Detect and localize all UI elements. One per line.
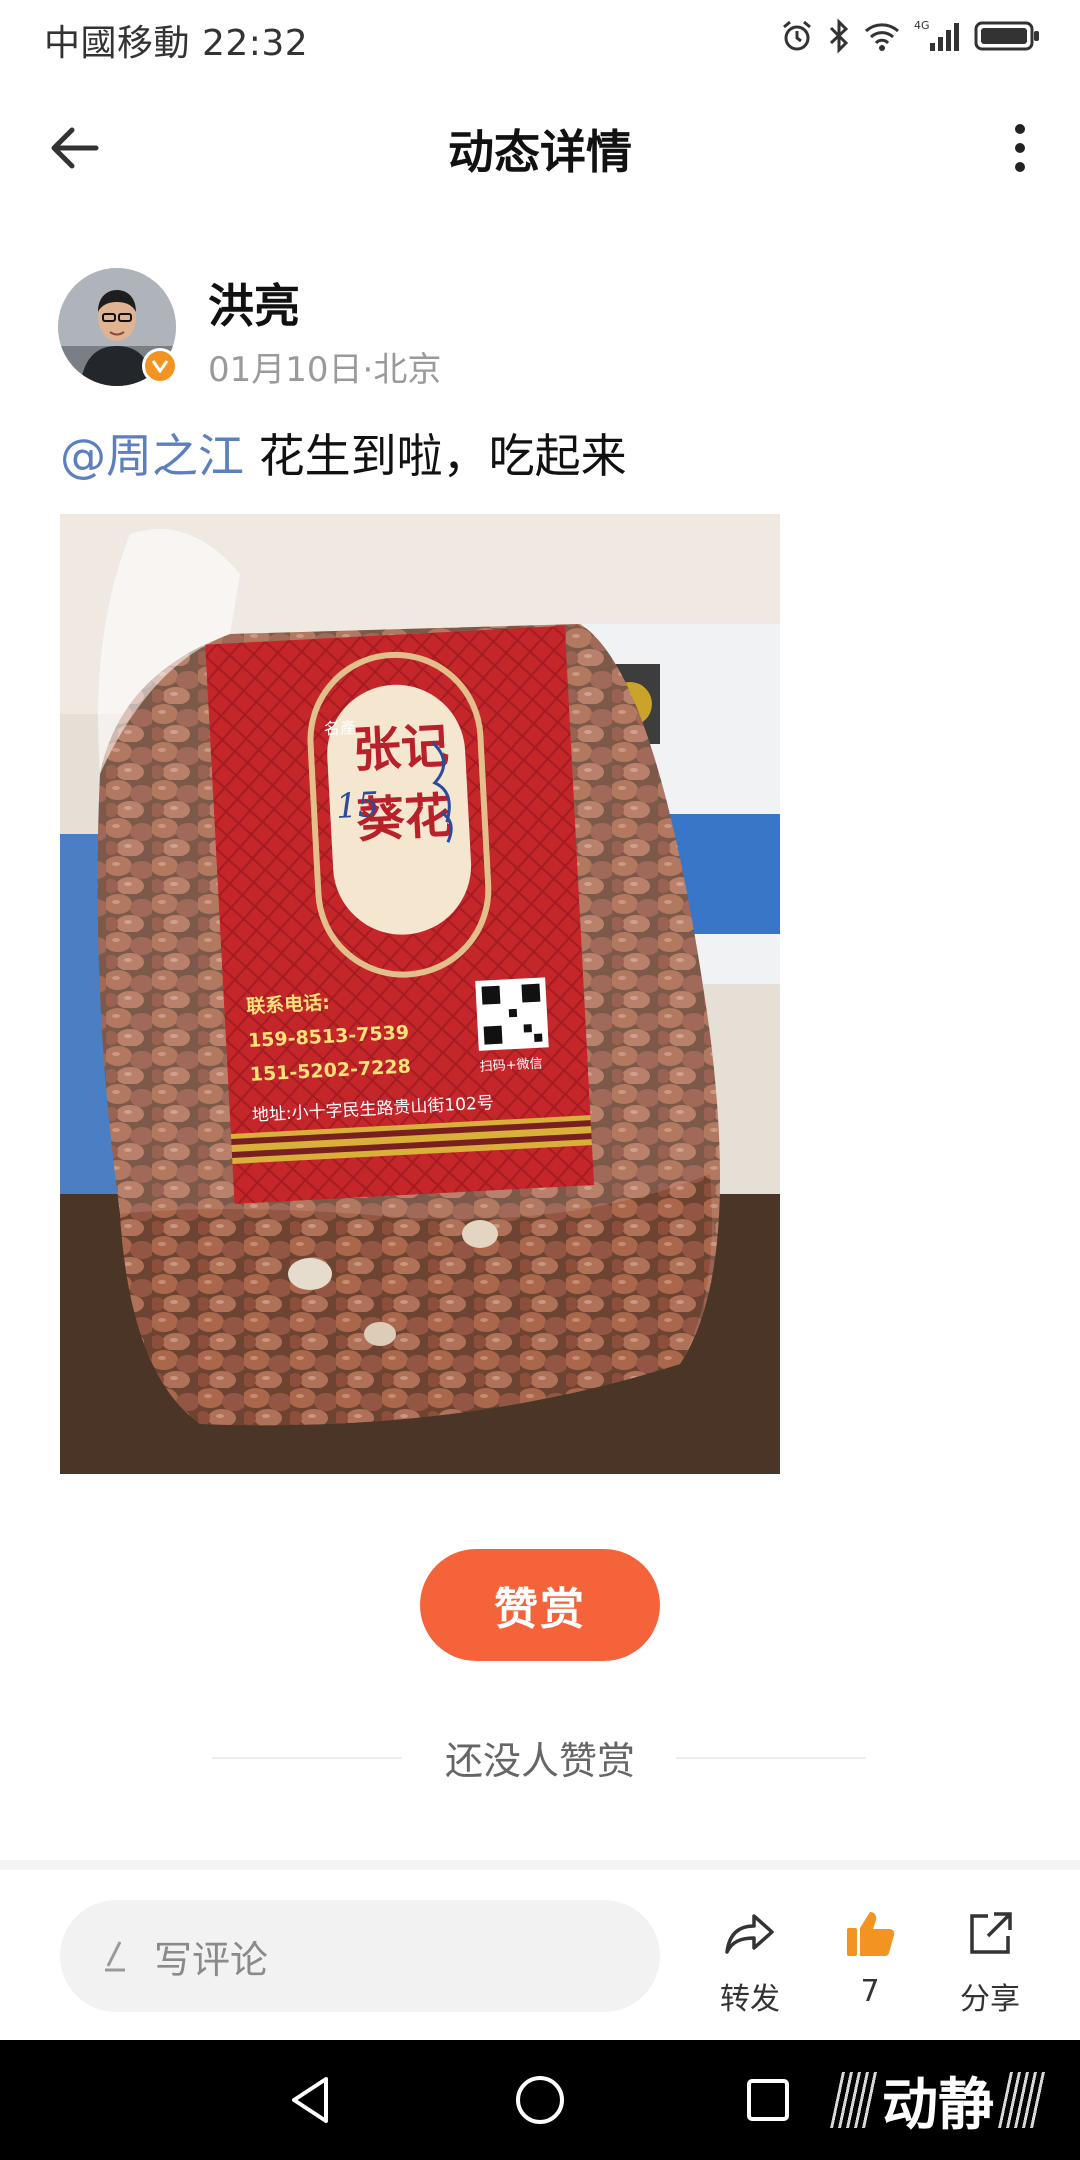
nav-back-button[interactable] xyxy=(280,2070,340,2130)
handwriting: 15 xyxy=(335,785,380,827)
watermark-logo: 动静 xyxy=(830,2060,1046,2140)
post-date: 01月10日 xyxy=(208,350,363,390)
author-block: 洪亮 01月10日·北京 xyxy=(58,268,1018,391)
bottom-divider xyxy=(0,1860,1080,1870)
page-title: 动态详情 xyxy=(448,125,632,179)
thumbs-up-icon xyxy=(847,1912,895,1956)
post-body: 花生到啦，吃起来 xyxy=(244,429,627,483)
nav-home-button[interactable] xyxy=(510,2070,570,2130)
like-count: 7 xyxy=(860,1974,880,2009)
wifi-icon xyxy=(865,23,899,51)
post-location: 北京 xyxy=(373,350,442,390)
signal-icon: 4G xyxy=(914,19,959,51)
brand-line-1: 张记 xyxy=(352,718,451,779)
post-photo[interactable]: 张记 葵花 名產 15 联系电话: 159-8513-7539 151-5202… xyxy=(60,514,780,1474)
carrier-time: 中國移動 22:32 xyxy=(44,23,309,64)
share-label: 分享 xyxy=(960,1982,1020,2017)
bluetooth-icon xyxy=(829,19,849,53)
pen-icon xyxy=(105,1941,125,1972)
label-tag: 名產 xyxy=(323,718,356,739)
author-name[interactable]: 洪亮 xyxy=(208,270,300,336)
app-header: 动态详情 xyxy=(0,72,1080,222)
bottom-action-bar: 写评论 转发 7 分享 xyxy=(0,1870,1080,2040)
comment-placeholder: 写评论 xyxy=(154,1937,269,1982)
peanut-bag-photo: 张记 葵花 名產 15 联系电话: 159-8513-7539 151-5202… xyxy=(60,514,780,1474)
watermark-bars-right xyxy=(998,2072,1046,2128)
post-text: @周之江 花生到啦，吃起来 xyxy=(60,420,627,486)
like-button[interactable]: 7 xyxy=(815,1906,925,2009)
repost-button[interactable]: 转发 xyxy=(695,1906,805,2018)
verified-badge xyxy=(142,348,178,384)
repost-label: 转发 xyxy=(720,1982,780,2017)
network-type: 4G xyxy=(914,19,930,32)
share-button[interactable]: 分享 xyxy=(935,1906,1045,2018)
more-vertical-icon xyxy=(1015,124,1025,172)
triangle-back-icon xyxy=(292,2077,328,2123)
square-recents-icon xyxy=(747,2079,789,2121)
watermark-text: 动静 xyxy=(882,2072,994,2138)
system-nav-bar: 动静 xyxy=(0,2040,1080,2160)
watermark-bars xyxy=(830,2072,878,2128)
circle-home-icon xyxy=(516,2076,564,2124)
contact-title: 联系电话: xyxy=(246,991,331,1018)
alarm-icon xyxy=(783,20,811,51)
reward-button[interactable]: 赞赏 xyxy=(420,1549,660,1661)
nav-recents-button[interactable] xyxy=(738,2070,798,2130)
more-button[interactable] xyxy=(990,112,1050,184)
status-icons: 4G xyxy=(780,16,1040,56)
mention-link[interactable]: @周之江 xyxy=(60,429,244,483)
checkmark-icon xyxy=(151,360,169,373)
post-meta: 01月10日·北京 xyxy=(208,342,441,391)
reward-empty-text: 还没人赞赏 xyxy=(444,1739,635,1783)
repost-arrow-icon xyxy=(725,1914,774,1954)
status-bar: 中國移動 22:32 4G xyxy=(0,0,1080,72)
share-external-icon xyxy=(970,1912,1012,1954)
divider-right xyxy=(676,1757,866,1759)
comment-input[interactable]: 写评论 xyxy=(60,1900,660,2012)
battery-icon xyxy=(974,21,1039,51)
meta-separator: · xyxy=(362,350,374,390)
